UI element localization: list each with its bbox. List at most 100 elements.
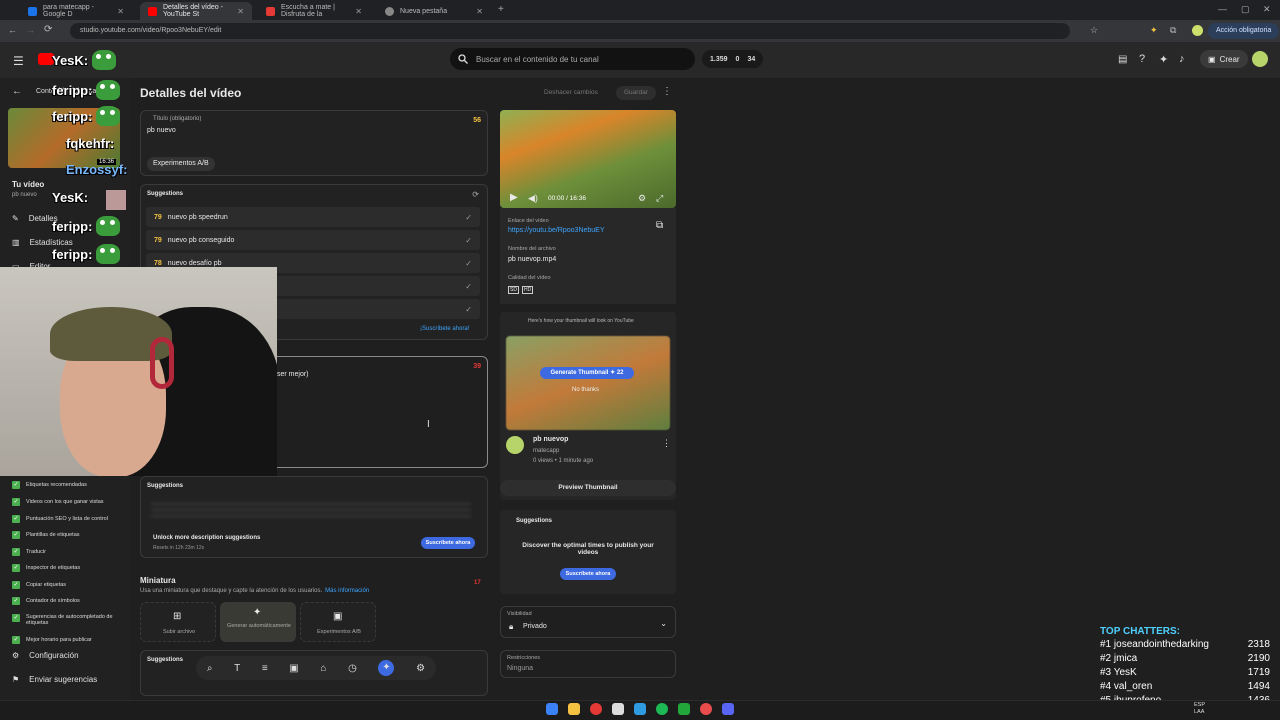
video-player[interactable]: ▶ ◀) 00:00 / 16:36 ⚙ ⤢ <box>500 110 676 208</box>
image-icon[interactable]: ▣ <box>289 663 298 674</box>
extension-option[interactable]: ✓ Puntuación SEO y lista de control <box>12 515 108 523</box>
webcam-overlay <box>0 267 277 476</box>
subscribe-link[interactable]: ¡Suscríbete ahora! <box>420 326 469 332</box>
close-tab-icon[interactable]: ✕ <box>355 7 362 16</box>
create-button[interactable]: ▣ Crear <box>1200 50 1248 68</box>
check-icon[interactable]: ✓ <box>465 236 472 245</box>
checkbox-icon: ✓ <box>12 481 20 489</box>
app-icon[interactable] <box>700 703 712 715</box>
ab-test-button[interactable]: Experimentos A/B <box>147 157 215 171</box>
restrictions-field[interactable]: Restricciones Ninguna <box>500 650 676 678</box>
steam-icon[interactable] <box>634 703 646 715</box>
extension-option[interactable]: ✓ Etiquetas recomendadas <box>12 481 87 489</box>
check-icon[interactable]: ✓ <box>465 259 472 268</box>
play-icon[interactable]: ▶ <box>510 192 518 203</box>
extension-option[interactable]: ✓ Videos con los que ganar vistas <box>12 498 104 506</box>
discord-icon[interactable] <box>722 703 734 715</box>
text-icon[interactable]: T <box>234 663 240 674</box>
extension-option[interactable]: ✓ Contador de símbolos <box>12 597 80 605</box>
bell-icon[interactable]: ♪ <box>1179 53 1185 65</box>
subtitles-icon[interactable]: ▤ <box>1118 54 1127 65</box>
copy-icon[interactable]: ⧉ <box>656 220 663 231</box>
help-icon[interactable]: ? <box>1139 53 1145 65</box>
auto-generate-button[interactable]: ✦ Generar automáticamente <box>220 602 296 642</box>
no-thanks-link[interactable]: No thanks <box>572 387 599 393</box>
refresh-icon[interactable]: ⟳ <box>472 190 479 199</box>
url-input[interactable]: studio.youtube.com/video/Rpoo3NebuEY/edi… <box>70 23 1070 39</box>
sd-badge: SD <box>508 286 519 294</box>
profile-avatar[interactable] <box>1192 25 1203 36</box>
ab-thumbnail-button[interactable]: ▣ Experimentos A/B <box>300 602 376 642</box>
extension-option[interactable]: ✓ Traducir <box>12 548 46 556</box>
channel-search[interactable]: Buscar en el contenido de tu canal <box>450 48 695 70</box>
maximize-icon[interactable]: ▢ <box>1241 4 1250 15</box>
chat-badge: feripp: <box>52 244 121 264</box>
extension-option[interactable]: ✓ Plantillas de etiquetas <box>12 531 80 539</box>
back-arrow-icon[interactable]: ← <box>12 86 22 97</box>
clock-icon[interactable]: ◷ <box>348 663 357 674</box>
gear-icon[interactable]: ⚙ <box>638 193 646 204</box>
extension-option[interactable]: ✓ Inspector de etiquetas <box>12 564 80 572</box>
preview-thumbnail-button[interactable]: Preview Thumbnail <box>500 480 676 496</box>
extension-option[interactable]: ✓ Sugerencias de autocompletado de etique… <box>12 614 124 626</box>
spotify-icon[interactable] <box>656 703 668 715</box>
fullscreen-icon[interactable]: ⤢ <box>656 193 663 204</box>
description-suggestions-panel: Suggestions Unlock more description sugg… <box>140 476 488 558</box>
browser-tab[interactable]: Escucha a mate | Disfruta de la ✕ <box>258 2 370 20</box>
extension-option[interactable]: ✓ Mejor horario para publicar <box>12 636 92 644</box>
title-suggestion[interactable]: 79 nuevo pb speedrun ✓ <box>146 207 480 227</box>
reload-icon[interactable]: ⟳ <box>44 24 52 35</box>
align-icon[interactable]: ≡ <box>262 663 268 674</box>
upload-file-button[interactable]: ⊞ Subir archivo <box>140 602 216 642</box>
generate-thumbnail-button[interactable]: Generate Thumbnail ✦ 22 <box>540 367 634 379</box>
folder-icon[interactable] <box>568 703 580 715</box>
title-suggestion[interactable]: 79 nuevo pb conseguido ✓ <box>146 230 480 250</box>
subscribe-now-button[interactable]: Suscríbete ahora <box>560 568 616 580</box>
close-tab-icon[interactable]: ✕ <box>117 7 124 16</box>
more-options-icon[interactable]: ⋮ <box>662 438 671 449</box>
check-icon[interactable]: ✓ <box>465 213 472 222</box>
undo-button[interactable]: Deshacer cambios <box>536 86 606 100</box>
channel-avatar[interactable] <box>1252 51 1268 67</box>
excel-icon[interactable] <box>678 703 690 715</box>
close-tab-icon[interactable]: ✕ <box>476 7 483 16</box>
extension-option[interactable]: ✓ Copiar etiquetas <box>12 581 66 589</box>
new-tab-icon[interactable]: + <box>498 4 504 15</box>
browser-tab[interactable]: Nueva pestaña ✕ <box>377 2 491 20</box>
subscribe-now-button[interactable]: Suscríbete ahora <box>421 537 475 549</box>
volume-icon[interactable]: ◀) <box>528 193 538 204</box>
back-arrow-icon[interactable]: ← <box>8 25 17 35</box>
tag-icon[interactable]: ⌂ <box>320 663 326 674</box>
search-icon[interactable]: ⌕ <box>207 663 213 674</box>
check-icon[interactable]: ✓ <box>465 305 472 314</box>
menu-icon[interactable]: ☰ <box>13 54 24 68</box>
more-info-link[interactable]: Más información <box>325 588 369 594</box>
video-link[interactable]: https://youtu.be/Rpoo3NebuEY <box>508 227 605 234</box>
forward-arrow-icon[interactable]: → <box>26 25 35 35</box>
check-icon[interactable]: ✓ <box>465 282 472 291</box>
app-icon[interactable] <box>612 703 624 715</box>
close-window-icon[interactable]: ✕ <box>1263 4 1271 15</box>
close-tab-icon[interactable]: ✕ <box>237 7 244 16</box>
sparkle-icon[interactable]: ✦ <box>1159 53 1168 66</box>
required-action-chip[interactable]: Acción obligatoria <box>1208 23 1280 39</box>
title-field[interactable]: Título (obligatorio) pb nuevo 56 Experim… <box>140 110 488 176</box>
windows-start-icon[interactable] <box>546 703 558 715</box>
sidebar-item-settings[interactable]: ⚙ Configuración <box>12 651 79 660</box>
save-button[interactable]: Guardar <box>616 86 656 100</box>
visibility-select[interactable]: Visibilidad 🔒︎ Privado ⌄ <box>500 606 676 638</box>
sidebar-item-feedback[interactable]: ⚑ Enviar sugerencias <box>12 675 97 684</box>
chrome-icon[interactable] <box>590 703 602 715</box>
minimize-icon[interactable]: — <box>1218 4 1227 14</box>
gear-icon[interactable]: ⚙ <box>416 663 425 674</box>
ai-sparkle-icon[interactable]: ✦ <box>378 660 395 676</box>
extension-icon[interactable]: ✦ <box>1150 25 1158 36</box>
star-icon[interactable]: ☆ <box>1090 25 1098 36</box>
browser-tab[interactable]: para matecapp - Google D ✕ <box>20 2 132 20</box>
puzzle-icon[interactable]: ⧉ <box>1170 25 1176 36</box>
sidebar-item-details[interactable]: ✎ Detalles <box>12 214 58 223</box>
language-indicator[interactable]: ESP LAA <box>1194 702 1205 716</box>
pencil-icon: ✎ <box>12 214 19 223</box>
browser-tab-active[interactable]: Detalles del vídeo - YouTube St ✕ <box>140 2 252 20</box>
more-options-icon[interactable]: ⋮ <box>662 86 672 97</box>
